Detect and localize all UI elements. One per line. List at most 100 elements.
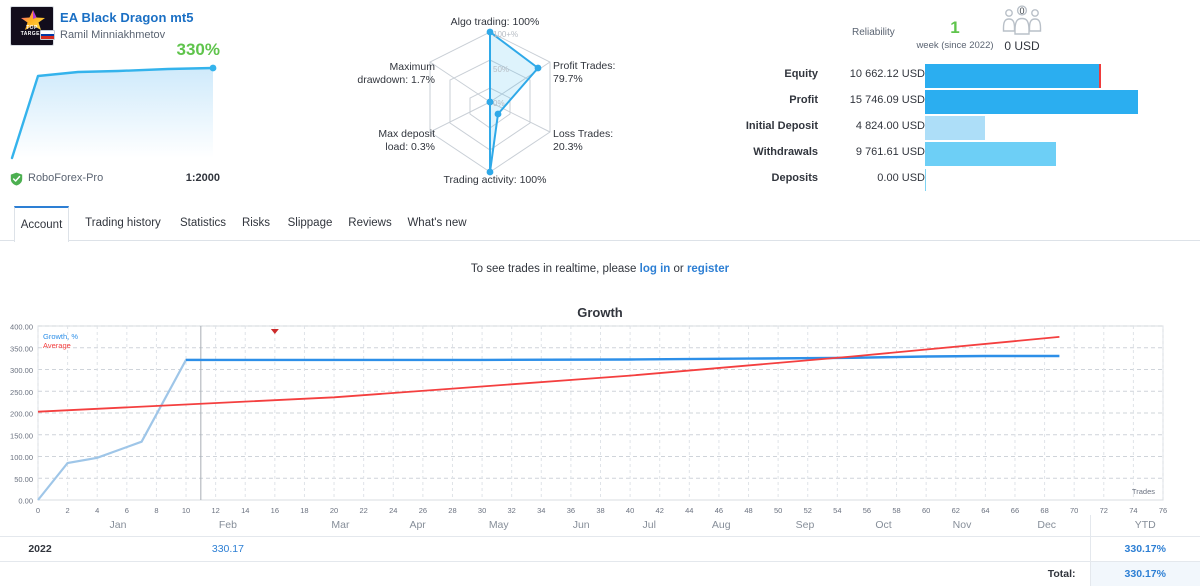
verified-shield-icon xyxy=(10,172,23,186)
tab-statistics[interactable]: Statistics xyxy=(172,206,234,241)
tab-risks[interactable]: Risks xyxy=(236,206,276,241)
cell-oct xyxy=(846,536,921,562)
cell-jul xyxy=(619,536,680,562)
x-axis-tick: 6 xyxy=(125,506,129,513)
table-header-row: Jan Feb Mar Apr May Jun Jul Aug Sep Oct … xyxy=(0,515,1200,537)
x-axis-tick: 38 xyxy=(596,506,604,513)
radar-chart: 100+% 50% 0% Algo trading: 100% Profit T… xyxy=(345,4,665,196)
stat-label: Deposits xyxy=(771,172,818,184)
stat-label: Equity xyxy=(784,68,818,80)
x-axis-tick: 54 xyxy=(833,506,841,513)
col-nov: Nov xyxy=(920,515,1004,537)
x-axis-tick: 12 xyxy=(211,506,219,513)
x-axis-tick: 66 xyxy=(1011,506,1019,513)
cell-feb[interactable]: 330.17 xyxy=(155,536,300,562)
cell-ytd: 330.17% xyxy=(1089,536,1200,562)
radar-scale-outer: 100+% xyxy=(493,30,518,39)
tab-bar: Account Trading history Statistics Risks… xyxy=(0,206,1200,242)
x-axis-tick: 28 xyxy=(448,506,456,513)
col-ytd: YTD xyxy=(1089,515,1200,537)
stat-label: Withdrawals xyxy=(753,146,818,158)
stat-label: Profit xyxy=(789,94,818,106)
reliability-label: Reliability xyxy=(852,27,895,38)
x-axis-tick: 72 xyxy=(1100,506,1108,513)
y-axis-tick: 150.00 xyxy=(10,431,33,440)
x-axis-tick: 16 xyxy=(271,506,279,513)
cell-sep xyxy=(763,536,847,562)
x-axis-tick: 26 xyxy=(419,506,427,513)
register-link[interactable]: register xyxy=(687,263,729,275)
y-axis-tick: 0.00 xyxy=(18,497,33,506)
subscribers-amount: 0 USD xyxy=(1004,39,1040,53)
x-axis-tick: 8 xyxy=(154,506,158,513)
cell-nov xyxy=(920,536,1004,562)
radar-label-trading-activity: Trading activity: 100% xyxy=(443,174,547,186)
x-axis-label: Trades xyxy=(1132,487,1155,496)
radar-label-algo-trading: Algo trading: 100% xyxy=(450,16,540,28)
stat-bar-track xyxy=(925,90,1140,114)
tab-whats-new[interactable]: What's new xyxy=(402,206,472,241)
stat-row-equity: Equity 10 662.12 USD xyxy=(700,64,1140,88)
x-axis-tick: 68 xyxy=(1040,506,1048,513)
cell-mar xyxy=(299,536,382,562)
legend-growth: Growth, % xyxy=(43,332,78,341)
total-value: 330.17% xyxy=(1089,561,1200,586)
x-axis-tick: 64 xyxy=(981,506,989,513)
x-axis-tick: 74 xyxy=(1129,506,1137,513)
stat-bar-marker xyxy=(1099,64,1102,88)
col-aug: Aug xyxy=(679,515,764,537)
x-axis-tick: 18 xyxy=(300,506,308,513)
stat-value: 10 662.12 USD xyxy=(849,68,925,80)
x-axis-tick: 42 xyxy=(656,506,664,513)
col-sep: Sep xyxy=(763,515,847,537)
stat-value: 4 824.00 USD xyxy=(855,120,925,132)
stat-value: 15 746.09 USD xyxy=(849,94,925,106)
page-title[interactable]: EA Black Dragon mt5 xyxy=(60,10,194,25)
growth-chart: 0.00 50.00 100.00 150.00 200.00 250.00 300.00 3… xyxy=(0,318,1200,514)
y-axis-tick: 100.00 xyxy=(10,453,33,462)
stat-bar-track xyxy=(925,142,1140,166)
x-axis-tick: 58 xyxy=(892,506,900,513)
col-dec: Dec xyxy=(1003,515,1090,537)
y-axis-tick: 250.00 xyxy=(10,388,33,397)
x-axis-tick: 76 xyxy=(1159,506,1167,513)
summary-panel: TOP TARGET EA Black Dragon mt5 Ramil Minn… xyxy=(0,0,1200,200)
x-axis-tick: 60 xyxy=(922,506,930,513)
stat-bar-track xyxy=(925,168,1140,192)
realtime-notice: To see trades in realtime, please log in… xyxy=(0,263,1200,275)
stat-bar xyxy=(925,116,986,140)
stat-row-profit: Profit 15 746.09 USD xyxy=(700,90,1140,114)
tab-slippage[interactable]: Slippage xyxy=(281,206,339,241)
radar-scale-mid: 50% xyxy=(493,65,509,74)
y-axis-tick: 200.00 xyxy=(10,410,33,419)
stat-value: 0.00 USD xyxy=(877,172,925,184)
stat-row-deposits: Deposits 0.00 USD xyxy=(700,168,1140,192)
radar-scale-inner: 0% xyxy=(493,99,505,108)
col-may: May xyxy=(454,515,544,537)
y-axis-tick: 300.00 xyxy=(10,366,33,375)
cell-dec xyxy=(1003,536,1090,562)
legend-average: Average xyxy=(43,341,71,350)
monthly-growth-table: Jan Feb Mar Apr May Jun Jul Aug Sep Oct … xyxy=(0,515,1200,586)
stat-bar-track xyxy=(925,64,1140,88)
total-label: Total: xyxy=(1047,568,1076,580)
x-axis-tick: 10 xyxy=(182,506,190,513)
cell-may xyxy=(454,536,544,562)
total-spacer xyxy=(0,562,80,587)
x-axis-tick: 22 xyxy=(359,506,367,513)
growth-percent: 330% xyxy=(176,40,220,59)
col-oct: Oct xyxy=(846,515,921,537)
tab-reviews[interactable]: Reviews xyxy=(344,206,396,241)
login-link[interactable]: log in xyxy=(640,263,671,275)
stat-label: Initial Deposit xyxy=(745,120,818,132)
y-axis-tick: 400.00 xyxy=(10,323,33,332)
tab-account[interactable]: Account xyxy=(14,206,69,242)
reliability-value: 1 xyxy=(950,18,960,37)
x-axis-tick: 4 xyxy=(95,506,99,513)
radar-label-profit-trades: Profit Trades: 79.7% xyxy=(553,60,616,85)
y-axis-tick: 50.00 xyxy=(14,475,33,484)
tab-trading-history[interactable]: Trading history xyxy=(78,206,168,241)
account-logo: TOP TARGET xyxy=(10,6,54,46)
x-axis-tick: 20 xyxy=(330,506,338,513)
stat-bar-track xyxy=(925,116,1140,140)
